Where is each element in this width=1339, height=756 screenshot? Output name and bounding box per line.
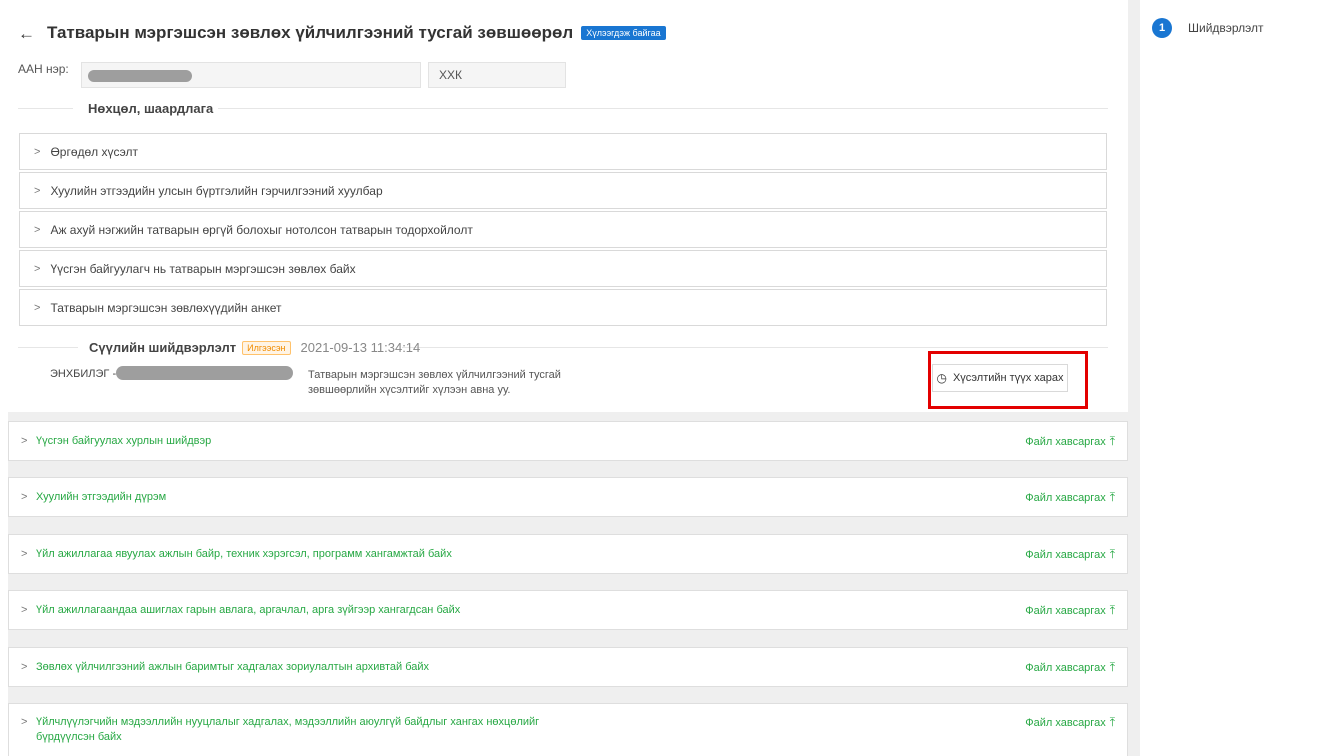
requirement-label: Аж ахуй нэгжийн татварын өргүй болохыг н… (50, 222, 473, 237)
chevron-right-icon: > (21, 491, 28, 503)
upload-card-label: Үүсгэн байгуулах хурлын шийдвэр (36, 435, 212, 447)
upload-card[interactable]: > Хуулийн этгээдийн дүрэм Файл хавсаргах… (8, 477, 1128, 517)
requirement-item[interactable]: > Аж ахуй нэгжийн татварын өргүй болохыг… (19, 211, 1107, 248)
decision-header: Сүүлийн шийдвэрлэлт Илгээсэн 2021-09-13 … (89, 340, 420, 355)
page-title: Татварын мэргэшсэн зөвлөх үйлчилгээний т… (47, 23, 574, 42)
upload-card-label: Үйл ажиллагаандаа ашиглах гарын авлага, … (36, 604, 461, 616)
upload-card-label: Үйлчлүүлэгчийн мэдээллийн нууцлалыг хадг… (36, 716, 540, 743)
requirement-label: Хуулийн этгээдийн улсын бүртгэлийн гэрчи… (50, 183, 383, 198)
requirement-item[interactable]: > Татварын мэргэшсэн зөвлөхүүдийн анкет (19, 289, 1107, 326)
decision-comment: Татварын мэргэшсэн зөвлөх үйлчилгээний т… (308, 369, 561, 396)
app-root: ← Татварын мэргэшсэн зөвлөх үйлчилгээний… (0, 0, 1339, 756)
step-number: 1 (1152, 18, 1172, 38)
decision-datetime: 2021-09-13 11:34:14 (300, 340, 421, 355)
highlight-box (928, 351, 1088, 409)
attach-file-button[interactable]: Файл хавсаргах ⤒ (1025, 660, 1115, 675)
upload-icon: ⤒ (1109, 603, 1115, 617)
upload-card[interactable]: > Үйлчлүүлэгчийн мэдээллийн нууцлалыг ха… (8, 703, 1128, 756)
attach-file-button[interactable]: Файл хавсаргах ⤒ (1025, 547, 1115, 562)
redacted-name (88, 70, 192, 82)
chevron-right-icon: > (21, 548, 28, 560)
upload-card[interactable]: > Үйл ажиллагаа явуулах ажлын байр, техн… (8, 534, 1128, 574)
requirement-item[interactable]: > Өргөдөл хүсэлт (19, 133, 1107, 170)
chevron-right-icon: > (34, 301, 41, 314)
requirement-label: Өргөдөл хүсэлт (50, 144, 138, 159)
status-badge: Хүлээгдэж байгаа (581, 26, 666, 40)
page-header: ← Татварын мэргэшсэн зөвлөх үйлчилгээний… (18, 22, 666, 44)
upload-card-label: Үйл ажиллагаа явуулах ажлын байр, техник… (36, 548, 452, 560)
attach-file-button[interactable]: Файл хавсаргах ⤒ (1025, 490, 1115, 505)
requirements-title: Нөхцөл, шаардлага (88, 101, 214, 116)
attach-file-label: Файл хавсаргах (1025, 435, 1106, 448)
upload-icon: ⤒ (1109, 547, 1115, 561)
attach-file-label: Файл хавсаргах (1025, 661, 1106, 674)
decision-status-badge: Илгээсэн (242, 340, 291, 355)
attach-file-label: Файл хавсаргах (1025, 491, 1106, 504)
upload-icon: ⤒ (1109, 715, 1115, 729)
upload-card[interactable]: > Үүсгэн байгуулах хурлын шийдвэр Файл х… (8, 421, 1128, 461)
chevron-right-icon: > (34, 145, 41, 158)
entity-name-label: ААН нэр: (18, 62, 69, 76)
upload-card-label: Хуулийн этгээдийн дүрэм (36, 491, 167, 503)
upload-icon: ⤒ (1109, 434, 1115, 448)
chevron-right-icon: > (21, 435, 28, 447)
attach-file-label: Файл хавсаргах (1025, 604, 1106, 617)
requirement-item[interactable]: > Үүсгэн байгуулагч нь татварын мэргэшсэ… (19, 250, 1107, 287)
entity-type-value: ХХК (439, 68, 462, 82)
upload-icon: ⤒ (1109, 490, 1115, 504)
entity-name-field[interactable] (81, 62, 421, 88)
upload-card[interactable]: > Үйл ажиллагаандаа ашиглах гарын авлага… (8, 590, 1128, 630)
chevron-right-icon: > (21, 716, 28, 728)
decision-title: Сүүлийн шийдвэрлэлт (89, 340, 237, 355)
sidebar (1140, 0, 1339, 756)
chevron-right-icon: > (34, 223, 41, 236)
chevron-right-icon: > (34, 184, 41, 197)
requirement-label: Үүсгэн байгуулагч нь татварын мэргэшсэн … (50, 261, 356, 276)
arrow-left-icon[interactable]: ← (18, 25, 35, 42)
redacted-user (116, 366, 293, 380)
chevron-right-icon: > (21, 661, 28, 673)
sidebar-gutter (1128, 0, 1140, 756)
decision-user: ЭНХБИЛЭГ - (50, 368, 117, 380)
entity-field-row: ААН нэр: (18, 62, 69, 76)
chevron-right-icon: > (21, 604, 28, 616)
attach-file-button[interactable]: Файл хавсаргах ⤒ (1025, 715, 1115, 730)
attach-file-button[interactable]: Файл хавсаргах ⤒ (1025, 603, 1115, 618)
entity-type-field[interactable]: ХХК (428, 62, 566, 88)
upload-card[interactable]: > Зөвлөх үйлчилгээний ажлын баримтыг хад… (8, 647, 1128, 687)
chevron-right-icon: > (34, 262, 41, 275)
attach-file-label: Файл хавсаргах (1025, 548, 1106, 561)
attach-file-label: Файл хавсаргах (1025, 716, 1106, 729)
attach-file-button[interactable]: Файл хавсаргах ⤒ (1025, 434, 1115, 449)
requirement-label: Татварын мэргэшсэн зөвлөхүүдийн анкет (50, 300, 282, 315)
requirement-item[interactable]: > Хуулийн этгээдийн улсын бүртгэлийн гэр… (19, 172, 1107, 209)
upload-card-label: Зөвлөх үйлчилгээний ажлын баримтыг хадга… (36, 661, 430, 673)
step-label: Шийдвэрлэлт (1188, 21, 1264, 35)
upload-icon: ⤒ (1109, 660, 1115, 674)
sidebar-step[interactable]: 1 Шийдвэрлэлт (1152, 18, 1264, 38)
requirements-divider: Нөхцөл, шаардлага (18, 96, 1108, 120)
